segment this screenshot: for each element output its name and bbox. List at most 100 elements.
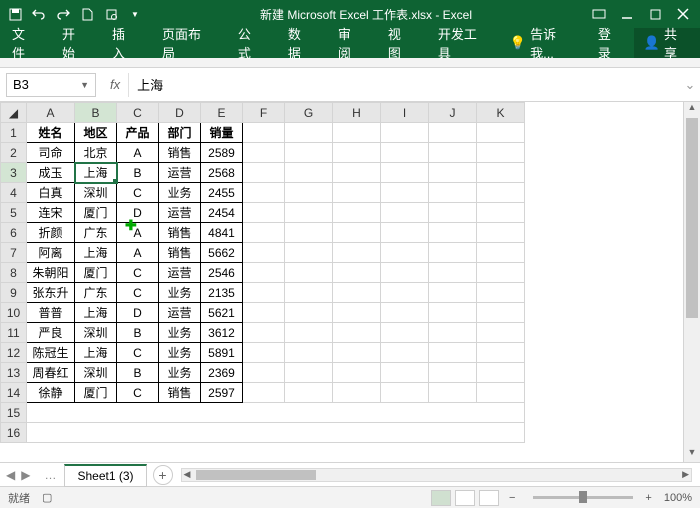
- cell[interactable]: [27, 403, 525, 423]
- cell[interactable]: 深圳: [75, 183, 117, 203]
- cell[interactable]: [381, 263, 429, 283]
- cell[interactable]: [381, 223, 429, 243]
- cell[interactable]: [381, 203, 429, 223]
- cell[interactable]: [333, 383, 381, 403]
- cell[interactable]: [477, 183, 525, 203]
- cell[interactable]: [477, 223, 525, 243]
- row-header[interactable]: 14: [1, 383, 27, 403]
- zoom-out-button[interactable]: −: [509, 492, 515, 504]
- col-header[interactable]: C: [117, 103, 159, 123]
- share-button[interactable]: 👤共享: [634, 28, 700, 58]
- cell[interactable]: [285, 143, 333, 163]
- tab-review[interactable]: 审阅: [326, 28, 376, 58]
- cell[interactable]: [477, 363, 525, 383]
- row-header[interactable]: 1: [1, 123, 27, 143]
- cell[interactable]: 销售: [159, 143, 201, 163]
- cell[interactable]: 部门: [159, 123, 201, 143]
- row-header[interactable]: 15: [1, 403, 27, 423]
- cell[interactable]: 徐静: [27, 383, 75, 403]
- cell[interactable]: [285, 203, 333, 223]
- cell[interactable]: 2454: [201, 203, 243, 223]
- cell[interactable]: [333, 183, 381, 203]
- cell[interactable]: 2369: [201, 363, 243, 383]
- row-header[interactable]: 10: [1, 303, 27, 323]
- cell[interactable]: [243, 243, 285, 263]
- cell[interactable]: 成玉: [27, 163, 75, 183]
- cell[interactable]: [381, 383, 429, 403]
- cell[interactable]: D: [117, 203, 159, 223]
- cell[interactable]: 厦门: [75, 383, 117, 403]
- cell[interactable]: [429, 223, 477, 243]
- cell[interactable]: [381, 183, 429, 203]
- cell[interactable]: 深圳: [75, 323, 117, 343]
- cell[interactable]: 地区: [75, 123, 117, 143]
- cell[interactable]: [477, 263, 525, 283]
- cell[interactable]: 2135: [201, 283, 243, 303]
- col-header[interactable]: I: [381, 103, 429, 123]
- sheet-tab[interactable]: Sheet1 (3): [64, 464, 146, 487]
- cell[interactable]: 普普: [27, 303, 75, 323]
- tab-insert[interactable]: 插入: [100, 28, 150, 58]
- save-icon[interactable]: [8, 7, 22, 21]
- col-header[interactable]: K: [477, 103, 525, 123]
- fill-handle[interactable]: [113, 179, 117, 183]
- cell[interactable]: 销售: [159, 223, 201, 243]
- scroll-thumb[interactable]: [686, 118, 698, 318]
- cell[interactable]: [333, 143, 381, 163]
- cell[interactable]: [477, 123, 525, 143]
- zoom-knob[interactable]: [579, 491, 587, 503]
- cell[interactable]: [285, 243, 333, 263]
- cell[interactable]: 5621: [201, 303, 243, 323]
- fx-button[interactable]: fx: [102, 73, 129, 97]
- cell[interactable]: 2597: [201, 383, 243, 403]
- cell[interactable]: 广东: [75, 223, 117, 243]
- cell[interactable]: [477, 143, 525, 163]
- cell-grid[interactable]: ◢ A B C D E F G H I J K 1 姓名 地区 产品 部门 销量…: [0, 102, 525, 443]
- cell[interactable]: [333, 303, 381, 323]
- cell[interactable]: [243, 303, 285, 323]
- cell[interactable]: 运营: [159, 203, 201, 223]
- row-header[interactable]: 12: [1, 343, 27, 363]
- tab-data[interactable]: 数据: [276, 28, 326, 58]
- cell[interactable]: B: [117, 363, 159, 383]
- tell-me[interactable]: 💡告诉我...: [502, 24, 588, 62]
- cell[interactable]: [477, 203, 525, 223]
- cell[interactable]: 运营: [159, 303, 201, 323]
- col-header[interactable]: E: [201, 103, 243, 123]
- cell[interactable]: [477, 163, 525, 183]
- cell[interactable]: 姓名: [27, 123, 75, 143]
- cell[interactable]: [285, 303, 333, 323]
- formula-expand-icon[interactable]: ⌄: [680, 77, 700, 93]
- row-header[interactable]: 13: [1, 363, 27, 383]
- tab-formulas[interactable]: 公式: [226, 28, 276, 58]
- cell[interactable]: [381, 143, 429, 163]
- cell[interactable]: [27, 423, 525, 443]
- qat-dropdown-icon[interactable]: ▼: [128, 7, 142, 21]
- cell[interactable]: 4841: [201, 223, 243, 243]
- cell[interactable]: [381, 343, 429, 363]
- cell[interactable]: 产品: [117, 123, 159, 143]
- cell[interactable]: 白真: [27, 183, 75, 203]
- cell[interactable]: [333, 243, 381, 263]
- col-header[interactable]: F: [243, 103, 285, 123]
- scroll-right-icon[interactable]: ▶: [682, 469, 689, 480]
- col-header[interactable]: H: [333, 103, 381, 123]
- cell[interactable]: [477, 283, 525, 303]
- cell[interactable]: C: [117, 183, 159, 203]
- cell[interactable]: 2546: [201, 263, 243, 283]
- cell[interactable]: 北京: [75, 143, 117, 163]
- cell[interactable]: 阿离: [27, 243, 75, 263]
- minimize-icon[interactable]: [620, 7, 634, 21]
- cell[interactable]: [243, 143, 285, 163]
- cell[interactable]: [477, 243, 525, 263]
- row-header[interactable]: 2: [1, 143, 27, 163]
- cell[interactable]: [381, 323, 429, 343]
- cell[interactable]: [285, 263, 333, 283]
- cell[interactable]: D: [117, 303, 159, 323]
- cell[interactable]: [243, 223, 285, 243]
- cell[interactable]: C: [117, 383, 159, 403]
- sheet-more[interactable]: …: [36, 468, 64, 482]
- cell[interactable]: [243, 163, 285, 183]
- cell[interactable]: 上海: [75, 163, 117, 183]
- vertical-scrollbar[interactable]: ▲ ▼: [683, 102, 700, 462]
